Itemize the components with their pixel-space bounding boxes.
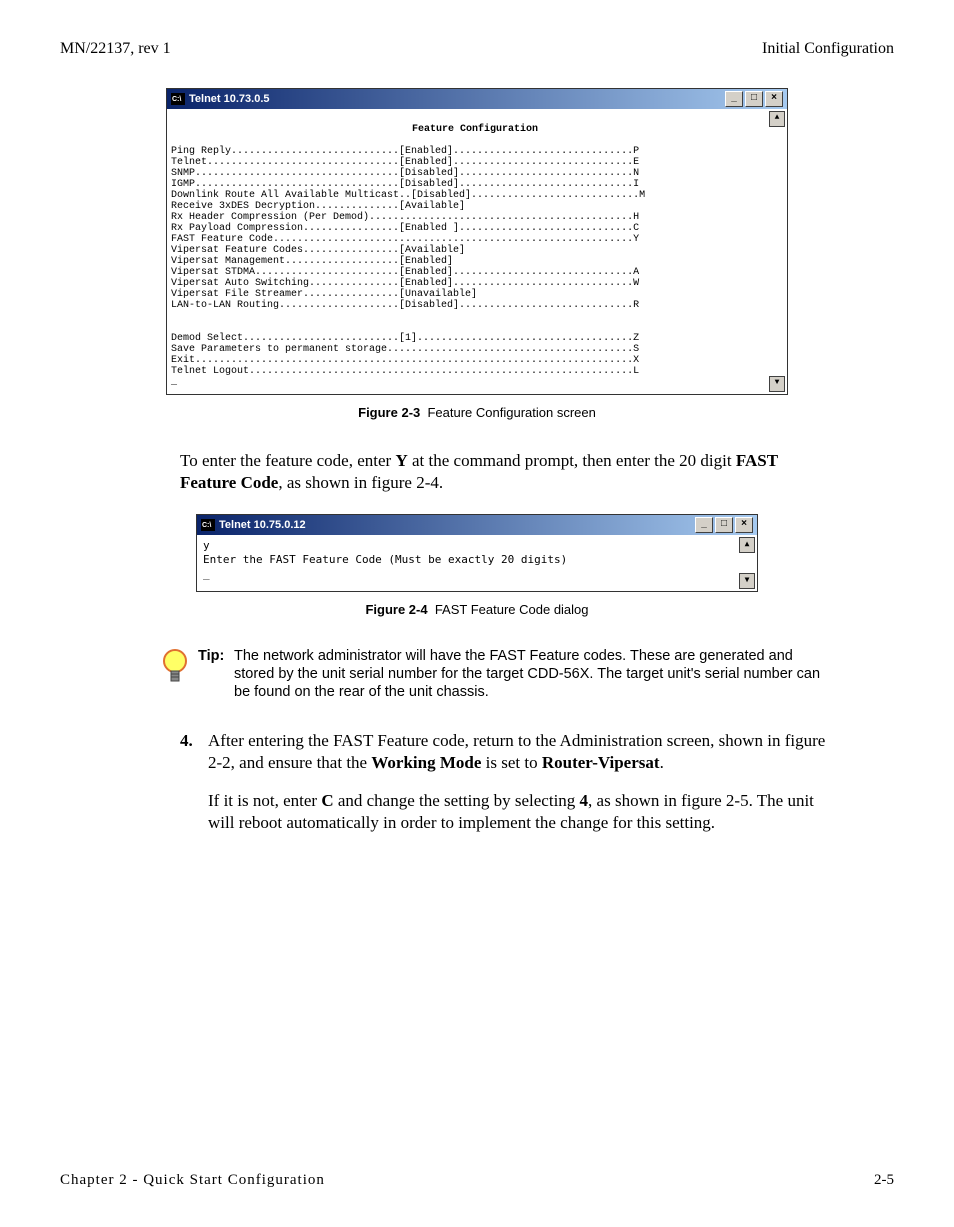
term-line: Ping Reply............................[E… [171,146,639,157]
term-line: Vipersat File Streamer................[U… [171,289,477,300]
term-line: Telnet Logout...........................… [171,366,639,377]
term-line: Vipersat STDMA........................[E… [171,267,639,278]
term-line: Rx Payload Compression................[E… [171,223,639,234]
window-title: Telnet 10.73.0.5 [189,94,270,105]
window-title: Telnet 10.75.0.12 [219,520,306,531]
term-line: Enter the FAST Feature Code (Must be exa… [203,553,567,566]
term-line: Vipersat Feature Codes................[A… [171,245,465,256]
figure-caption-23: Figure 2-3 Feature Configuration screen [60,405,894,420]
maximize-button[interactable]: □ [715,517,733,533]
page-footer: Chapter 2 - Quick Start Configuration 2-… [60,1172,894,1189]
instruction-paragraph: To enter the feature code, enter Y at th… [180,450,834,494]
term-line: Downlink Route All Available Multicast..… [171,190,645,201]
term-line: Receive 3xDES Decryption..............[A… [171,201,465,212]
minimize-button[interactable]: _ [695,517,713,533]
term-line: Vipersat Auto Switching...............[E… [171,278,639,289]
step-body: After entering the FAST Feature code, re… [208,730,834,834]
term-line: Telnet................................[E… [171,157,639,168]
lightbulb-icon [160,647,190,701]
caption-number: Figure 2-4 [365,602,427,617]
term-line: FAST Feature Code.......................… [171,234,639,245]
header-left: MN/22137, rev 1 [60,40,171,58]
minimize-button[interactable]: _ [725,91,743,107]
caption-text: Feature Configuration screen [427,405,595,420]
term-line: _ [203,567,210,580]
term-line: y [203,539,210,552]
term-line: _ [171,377,177,388]
console-icon [171,93,185,105]
telnet-window-fig23: Telnet 10.73.0.5 _ □ × ▲ ▼ Feature Configu… [166,88,788,395]
step-number: 4. [180,730,208,834]
tip-text: The network administrator will have the … [234,647,834,701]
term-line: Demod Select..........................[1… [171,333,639,344]
step-4: 4. After entering the FAST Feature code,… [180,730,834,834]
footer-right: 2-5 [874,1172,894,1189]
tip-block: Tip: The network administrator will have… [160,647,834,701]
close-button[interactable]: × [735,517,753,533]
footer-left: Chapter 2 - Quick Start Configuration [60,1172,325,1189]
maximize-button[interactable]: □ [745,91,763,107]
page-header: MN/22137, rev 1 Initial Configuration [60,40,894,58]
term-line: Vipersat Management...................[E… [171,256,453,267]
telnet-window-fig24: Telnet 10.75.0.12 _ □ × ▲ ▼ y Enter the FA… [196,514,758,592]
header-right: Initial Configuration [762,40,894,58]
terminal-body: ▲ ▼ y Enter the FAST Feature Code (Must be… [197,535,757,591]
term-line: IGMP..................................[D… [171,179,639,190]
term-line: Save Parameters to permanent storage....… [171,344,639,355]
term-line: Exit....................................… [171,355,639,366]
tip-label: Tip: [198,647,234,701]
console-icon [201,519,215,531]
scroll-down-icon[interactable]: ▼ [769,376,785,392]
close-button[interactable]: × [765,91,783,107]
scroll-up-icon[interactable]: ▲ [769,111,785,127]
term-line: Rx Header Compression (Per Demod).......… [171,212,639,223]
term-line: SNMP..................................[D… [171,168,639,179]
scroll-up-icon[interactable]: ▲ [739,537,755,553]
titlebar: Telnet 10.75.0.12 _ □ × [197,515,757,535]
terminal-body: ▲ ▼ Feature Configuration Ping Reply......… [167,109,787,394]
titlebar: Telnet 10.73.0.5 _ □ × [167,89,787,109]
caption-text: FAST Feature Code dialog [435,602,589,617]
term-line: LAN-to-LAN Routing....................[D… [171,300,639,311]
screen-heading: Feature Configuration [171,124,779,135]
scroll-down-icon[interactable]: ▼ [739,573,755,589]
figure-caption-24: Figure 2-4 FAST Feature Code dialog [60,602,894,617]
caption-number: Figure 2-3 [358,405,420,420]
